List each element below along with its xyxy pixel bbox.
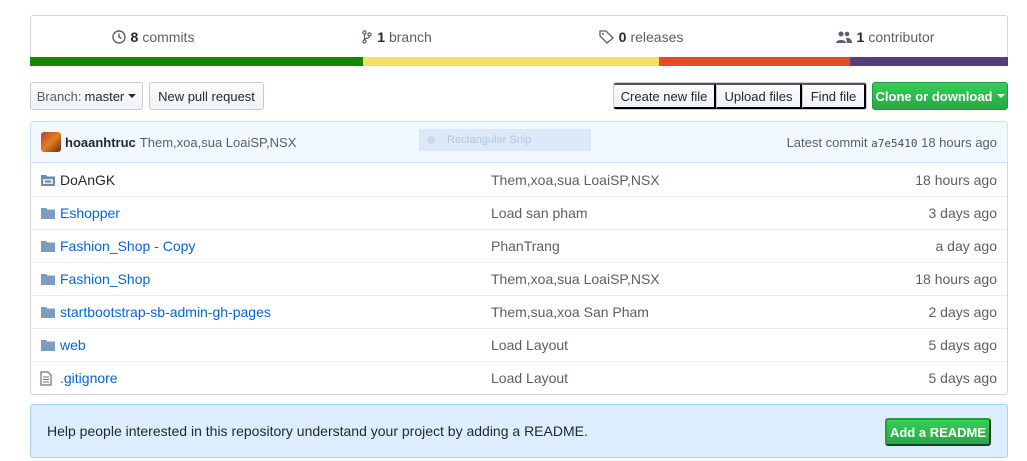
commits-label: commits	[142, 29, 195, 45]
file-commit-message[interactable]: Them,xoa,sua LoaiSP,NSX	[491, 271, 791, 287]
latest-commit-info: Latest commit a7e5410 18 hours ago	[787, 135, 997, 150]
file-commit-message[interactable]: PhanTrang	[491, 238, 791, 254]
branches-label: branch	[388, 29, 432, 45]
file-list: DoAnGK Them,xoa,sua LoaiSP,NSX 18 hours …	[30, 163, 1008, 395]
language-bar-segment[interactable]	[30, 57, 364, 66]
new-pull-request-button[interactable]: New pull request	[149, 82, 264, 110]
contributors-link[interactable]: 1 contributor	[763, 16, 1007, 58]
branch-prefix: Branch:	[36, 88, 82, 104]
file-age: 2 days ago	[928, 304, 998, 320]
file-age: 5 days ago	[928, 337, 998, 353]
file-name[interactable]: .gitignore	[60, 370, 491, 386]
branch-select[interactable]: Branch: master	[30, 82, 143, 110]
file-age: 5 days ago	[928, 370, 998, 386]
file-commit-message[interactable]: Them,xoa,sua LoaiSP,NSX	[491, 172, 791, 188]
branch-icon	[362, 30, 372, 44]
language-bar-segment[interactable]	[658, 57, 850, 66]
rectangular-snip-overlay: Rectangular Snip	[419, 129, 591, 151]
commit-age: 18 hours ago	[921, 134, 997, 150]
commits-count: 8	[130, 29, 139, 45]
file-commit-message[interactable]: Load Layout	[491, 337, 791, 353]
file-row-eshopper[interactable]: Eshopper Load san pham 3 days ago	[31, 196, 1007, 229]
file-row-fashion-shop-copy[interactable]: Fashion_Shop - Copy PhanTrang a day ago	[31, 229, 1007, 262]
folder-icon	[40, 206, 56, 220]
file-actions-group: Create new file Upload files Find file	[613, 82, 867, 110]
create-new-file-button[interactable]: Create new file	[614, 83, 716, 109]
add-readme-button[interactable]: Add a README	[885, 418, 991, 446]
latest-commit-bar: hoaanhtruc Them,xoa,sua LoaiSP,NSX Recta…	[30, 121, 1008, 163]
submodule-icon	[40, 173, 56, 187]
contributors-count: 1	[856, 29, 865, 45]
file-row-web[interactable]: web Load Layout 5 days ago	[31, 328, 1007, 361]
snip-label: Rectangular Snip	[447, 134, 532, 146]
commit-author[interactable]: hoaanhtruc	[65, 135, 136, 150]
contributors-label: contributor	[868, 29, 935, 45]
chevron-down-icon	[128, 94, 137, 98]
clone-download-label: Clone or download	[875, 88, 993, 104]
latest-commit-prefix: Latest commit	[786, 134, 868, 150]
file-name[interactable]: Fashion_Shop - Copy	[60, 238, 491, 254]
file-row-startbootstrap[interactable]: startbootstrap-sb-admin-gh-pages Them,su…	[31, 295, 1007, 328]
language-bar-segment[interactable]	[363, 57, 659, 66]
file-icon	[40, 370, 56, 386]
file-age: a day ago	[935, 238, 998, 254]
file-name[interactable]: Eshopper	[60, 205, 491, 221]
commit-sha[interactable]: a7e5410	[871, 137, 917, 150]
releases-count: 0	[618, 29, 627, 45]
folder-icon	[40, 239, 56, 253]
chevron-down-icon	[996, 94, 1005, 98]
tag-icon	[598, 30, 614, 44]
avatar[interactable]	[41, 132, 61, 152]
branch-name: master	[84, 88, 125, 104]
language-bar[interactable]	[30, 57, 1008, 66]
readme-banner: Help people interested in this repositor…	[30, 404, 1008, 458]
releases-label: releases	[630, 29, 684, 45]
file-row-doangk[interactable]: DoAnGK Them,xoa,sua LoaiSP,NSX 18 hours …	[31, 163, 1007, 196]
upload-files-button[interactable]: Upload files	[716, 83, 802, 109]
commit-message[interactable]: Them,xoa,sua LoaiSP,NSX	[140, 135, 297, 150]
clone-download-button[interactable]: Clone or download	[872, 82, 1008, 110]
people-icon	[835, 31, 852, 43]
file-commit-message[interactable]: Load Layout	[491, 370, 791, 386]
branches-link[interactable]: 1 branch	[275, 16, 519, 58]
file-age: 3 days ago	[928, 205, 998, 221]
language-bar-segment[interactable]	[849, 57, 1008, 66]
file-age: 18 hours ago	[915, 271, 997, 287]
folder-icon	[40, 272, 56, 286]
find-file-button[interactable]: Find file	[802, 83, 866, 109]
commits-link[interactable]: 8 commits	[31, 16, 275, 58]
snip-icon	[427, 136, 435, 144]
readme-prompt-text: Help people interested in this repositor…	[47, 423, 588, 439]
branches-count: 1	[377, 29, 385, 45]
folder-icon	[40, 338, 56, 352]
file-commit-message[interactable]: Them,sua,xoa San Pham	[491, 304, 791, 320]
file-name[interactable]: DoAnGK	[60, 172, 491, 188]
releases-link[interactable]: 0 releases	[519, 16, 763, 58]
file-name[interactable]: Fashion_Shop	[60, 271, 491, 287]
file-row-gitignore[interactable]: .gitignore Load Layout 5 days ago	[31, 361, 1007, 394]
file-commit-message[interactable]: Load san pham	[491, 205, 791, 221]
file-row-fashion-shop[interactable]: Fashion_Shop Them,xoa,sua LoaiSP,NSX 18 …	[31, 262, 1007, 295]
file-age: 18 hours ago	[915, 171, 997, 188]
folder-icon	[40, 305, 56, 319]
history-icon	[111, 30, 126, 44]
file-name[interactable]: startbootstrap-sb-admin-gh-pages	[60, 304, 491, 320]
file-name[interactable]: web	[60, 337, 491, 353]
